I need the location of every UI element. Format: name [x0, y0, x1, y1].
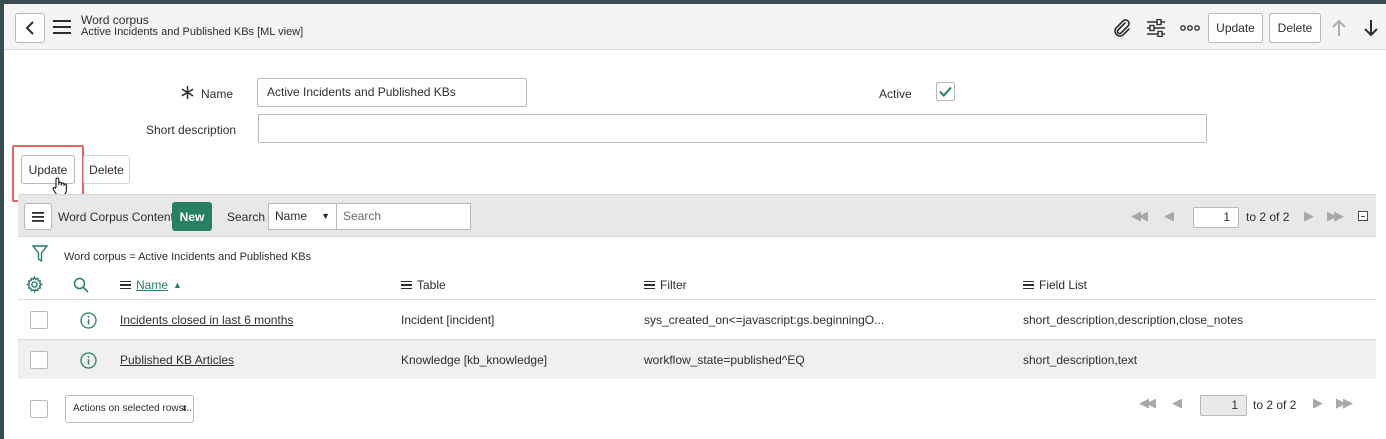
column-header-name[interactable]: Name ▲ [120, 278, 182, 292]
related-list-toolbar: Word Corpus Content New Search Name ▼ Se… [18, 194, 1376, 237]
active-label: Active [879, 87, 912, 101]
row-table-cell: Knowledge [kb_knowledge] [401, 353, 548, 367]
previous-record-icon[interactable] [1328, 17, 1350, 39]
select-arrows-icon: ⬍ [181, 404, 188, 413]
record-title: Active Incidents and Published KBs [ML v… [81, 26, 304, 38]
list-settings-gear-icon[interactable] [26, 275, 43, 296]
row-name-link[interactable]: Incidents closed in last 6 months [120, 313, 293, 327]
next-record-icon[interactable] [1360, 17, 1382, 39]
table-label: Word corpus [81, 13, 149, 27]
last-page-icon[interactable]: ▶▶ [1336, 395, 1353, 411]
row-field-list-cell: short_description,text [1023, 353, 1138, 367]
info-icon[interactable] [80, 312, 97, 332]
row-table-cell: Incident [incident] [401, 313, 495, 327]
previous-page-icon[interactable]: ◀ [1164, 208, 1174, 224]
more-options-icon[interactable] [1179, 17, 1201, 39]
column-menu-icon[interactable] [401, 279, 412, 292]
column-menu-icon[interactable] [644, 279, 655, 292]
context-menu-icon[interactable] [53, 20, 71, 34]
info-icon[interactable] [80, 352, 97, 372]
column-menu-icon[interactable] [1023, 279, 1034, 292]
mandatory-indicator-icon [181, 86, 194, 102]
column-filter-label: Filter [660, 278, 687, 292]
paperclip-icon[interactable] [1111, 17, 1133, 39]
next-page-icon[interactable]: ▶ [1313, 395, 1323, 411]
name-field[interactable]: Active Incidents and Published KBs [257, 78, 527, 107]
active-checkbox[interactable] [936, 82, 955, 101]
table-row: Incidents closed in last 6 months Incide… [18, 299, 1376, 339]
hamburger-icon [32, 211, 44, 222]
filter-breadcrumb: Word corpus = Active Incidents and Publi… [64, 251, 312, 263]
next-page-icon[interactable]: ▶ [1304, 208, 1314, 224]
first-page-icon[interactable]: ◀◀ [1139, 395, 1156, 411]
new-button[interactable]: New [172, 202, 212, 231]
page-number-input[interactable]: 1 [1193, 207, 1239, 228]
previous-page-icon[interactable]: ◀ [1172, 395, 1182, 411]
short-description-label: Short description [146, 123, 237, 137]
column-header-table[interactable]: Table [401, 278, 446, 292]
row-select-checkbox[interactable] [30, 351, 48, 369]
checkmark-icon [939, 86, 952, 97]
form-header: Word corpus Active Incidents and Publish… [4, 4, 1386, 50]
chevron-left-icon [25, 21, 34, 35]
search-field-value: Name [275, 209, 308, 223]
short-description-field[interactable] [258, 114, 1207, 143]
column-menu-icon[interactable] [120, 279, 131, 292]
actions-select-label: Actions on selected rows... [73, 403, 192, 414]
row-name-link[interactable]: Published KB Articles [120, 353, 234, 367]
bottom-page-count-text: to 2 of 2 [1253, 398, 1297, 412]
bottom-page-number-input[interactable]: 1 [1200, 395, 1247, 416]
row-filter-cell: sys_created_on<=javascript:gs.beginningO… [644, 313, 885, 327]
row-field-list-cell: short_description,description,close_note… [1023, 313, 1244, 327]
search-label: Search [227, 210, 266, 224]
actions-on-selected-rows-select[interactable]: Actions on selected rows... ⬍ [65, 395, 194, 423]
row-select-checkbox[interactable] [30, 311, 48, 329]
last-page-icon[interactable]: ▶▶ [1327, 208, 1344, 224]
header-update-button[interactable]: Update [1208, 13, 1263, 43]
header-title: Word corpus Active Incidents and Publish… [81, 14, 303, 38]
dropdown-arrow-icon: ▼ [321, 211, 330, 221]
list-title: Word Corpus Content [58, 210, 174, 224]
first-page-icon[interactable]: ◀◀ [1131, 208, 1148, 224]
list-context-menu-button[interactable] [24, 203, 52, 230]
personalize-form-icon[interactable] [1145, 17, 1167, 39]
column-header-field-list[interactable]: Field List [1023, 278, 1087, 292]
row-filter-cell: workflow_state=published^EQ [644, 353, 805, 367]
search-column-icon[interactable] [73, 277, 89, 296]
form-delete-button[interactable]: Delete [83, 155, 130, 184]
select-all-checkbox[interactable] [30, 400, 48, 418]
sort-ascending-icon: ▲ [173, 280, 182, 290]
search-input[interactable]: Search [336, 203, 471, 230]
column-header-filter[interactable]: Filter [644, 278, 687, 292]
name-label: Name [201, 87, 234, 101]
column-field-list-label: Field List [1039, 278, 1088, 292]
search-field-select[interactable]: Name ▼ [268, 203, 337, 230]
collapse-list-icon[interactable] [1358, 211, 1368, 221]
header-delete-button[interactable]: Delete [1269, 13, 1321, 43]
column-name-label: Name [136, 278, 169, 292]
table-row: Published KB Articles Knowledge [kb_know… [18, 339, 1376, 379]
column-table-label: Table [417, 278, 446, 292]
page-count-text: to 2 of 2 [1246, 210, 1290, 224]
left-frame-strip [0, 4, 4, 439]
back-button[interactable] [15, 13, 45, 43]
filter-icon[interactable] [31, 245, 49, 266]
